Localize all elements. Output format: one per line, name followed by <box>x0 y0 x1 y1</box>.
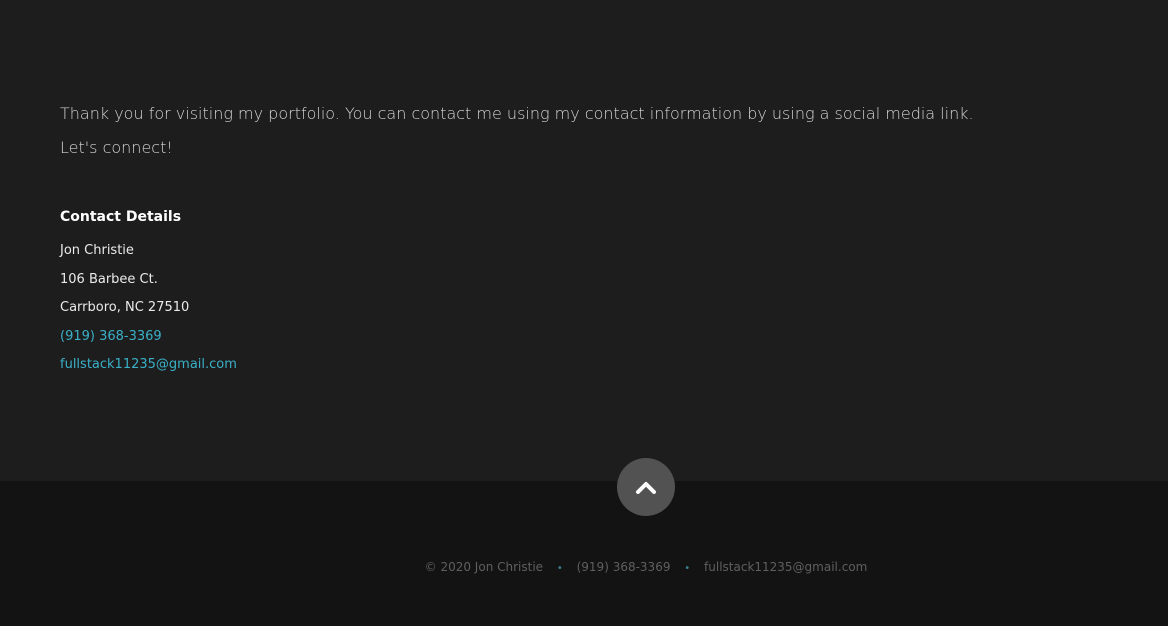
footer-phone: (919) 368-3369 <box>576 560 671 574</box>
contact-email-link[interactable]: fullstack11235@gmail.com <box>60 357 237 372</box>
contact-phone-link[interactable]: (919) 368-3369 <box>60 329 162 344</box>
contact-city: Carrboro, NC 27510 <box>60 300 190 315</box>
footer-email: fullstack11235@gmail.com <box>704 560 868 574</box>
contact-intro-text: Thank you for visiting my portfolio. You… <box>60 104 974 157</box>
footer-copyright: © 2020 Jon Christie <box>424 560 544 574</box>
contact-section: Thank you for visiting my portfolio. You… <box>0 0 1168 481</box>
footer-info: © 2020 Jon Christie • (919) 368-3369 • f… <box>0 560 1168 574</box>
contact-name: Jon Christie <box>60 243 134 258</box>
footer <box>0 481 1168 626</box>
footer-separator: • <box>556 563 563 574</box>
back-to-top-button[interactable] <box>617 458 675 516</box>
chevron-up-icon <box>636 482 656 494</box>
contact-street: 106 Barbee Ct. <box>60 272 158 287</box>
contact-details-heading: Contact Details <box>60 209 182 225</box>
footer-separator: • <box>684 563 691 574</box>
